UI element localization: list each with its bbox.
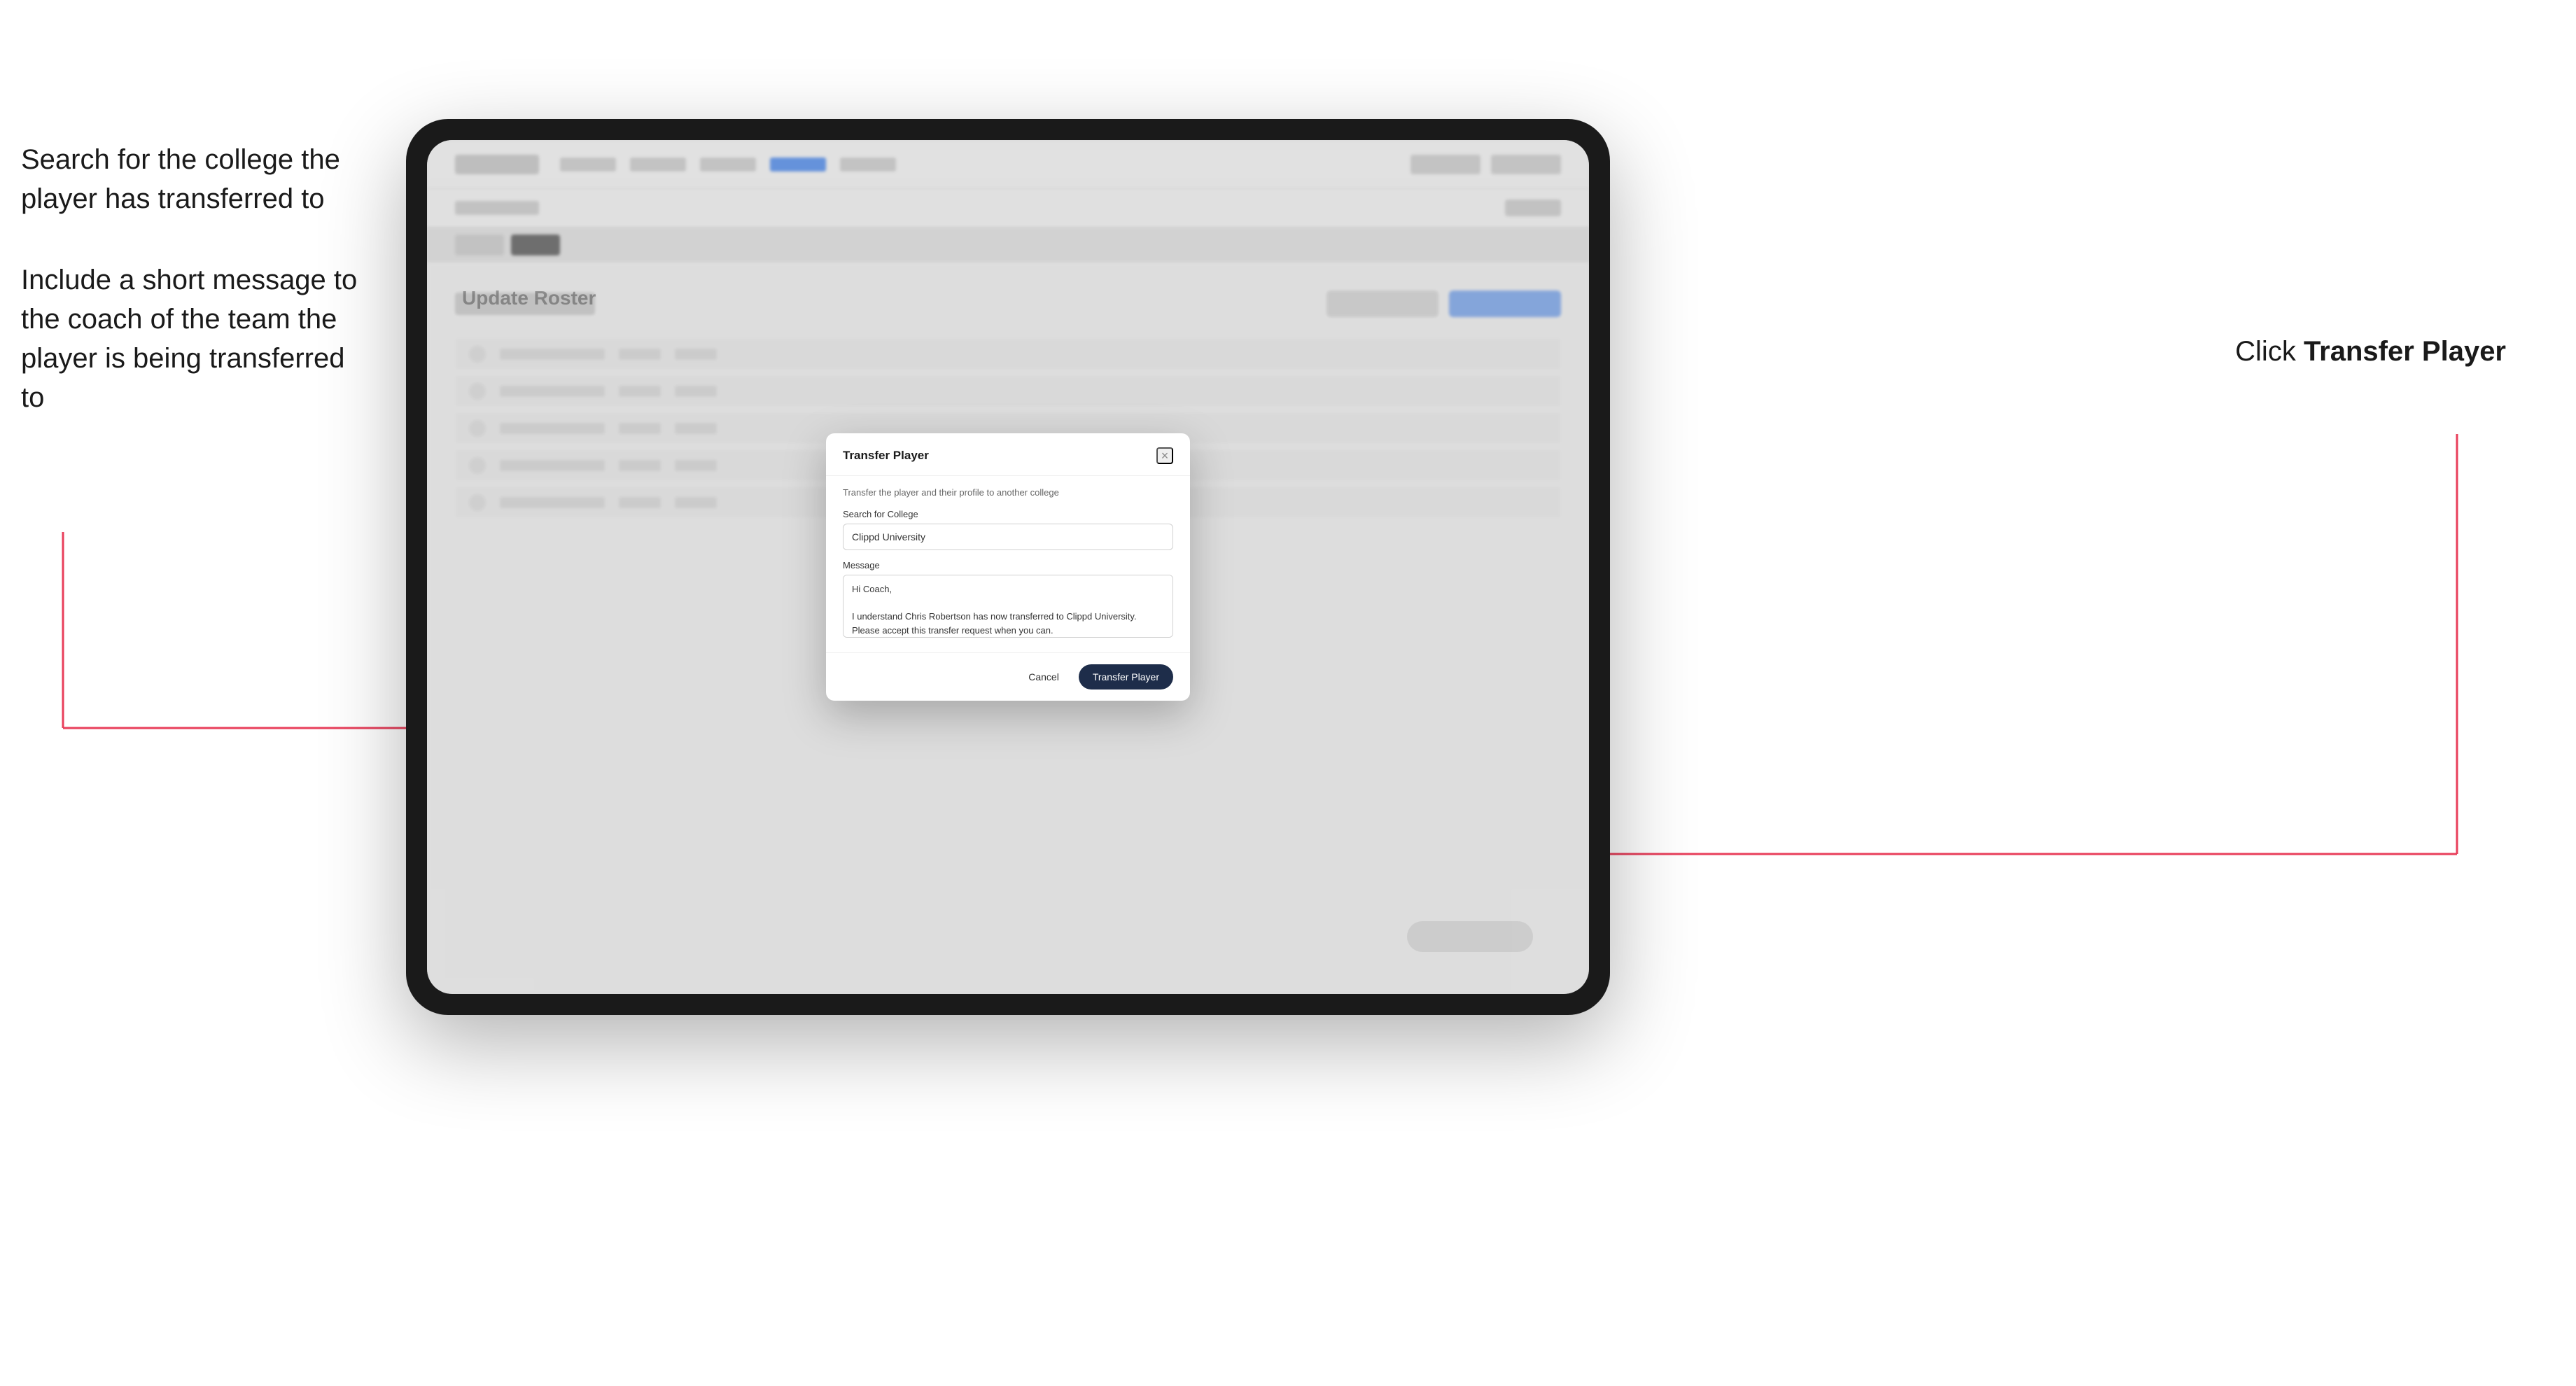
transfer-player-modal: Transfer Player × Transfer the player an… <box>826 433 1190 701</box>
transfer-player-button[interactable]: Transfer Player <box>1079 664 1173 690</box>
right-annotation: Click Transfer Player <box>2235 336 2506 368</box>
annotation-transfer-bold: Transfer Player <box>2304 336 2506 367</box>
search-college-input[interactable] <box>843 524 1173 550</box>
modal-overlay: Transfer Player × Transfer the player an… <box>427 140 1589 994</box>
modal-footer: Cancel Transfer Player <box>826 652 1190 701</box>
annotation-click-text: Click <box>2235 336 2304 367</box>
annotation-message-text: Include a short message to the coach of … <box>21 260 371 417</box>
modal-header: Transfer Player × <box>826 433 1190 476</box>
modal-title: Transfer Player <box>843 449 929 463</box>
modal-subtitle: Transfer the player and their profile to… <box>843 487 1173 498</box>
tablet-device: Update Roster Transfer Player × Transfer… <box>406 119 1610 1015</box>
modal-close-button[interactable]: × <box>1156 447 1173 464</box>
tablet-screen: Update Roster Transfer Player × Transfer… <box>427 140 1589 994</box>
modal-body: Transfer the player and their profile to… <box>826 476 1190 652</box>
message-label: Message <box>843 560 1173 570</box>
search-college-label: Search for College <box>843 509 1173 519</box>
annotation-search-text: Search for the college the player has tr… <box>21 140 371 218</box>
left-annotations: Search for the college the player has tr… <box>21 140 371 459</box>
message-textarea[interactable]: Hi Coach, I understand Chris Robertson h… <box>843 575 1173 638</box>
cancel-button[interactable]: Cancel <box>1017 666 1070 688</box>
